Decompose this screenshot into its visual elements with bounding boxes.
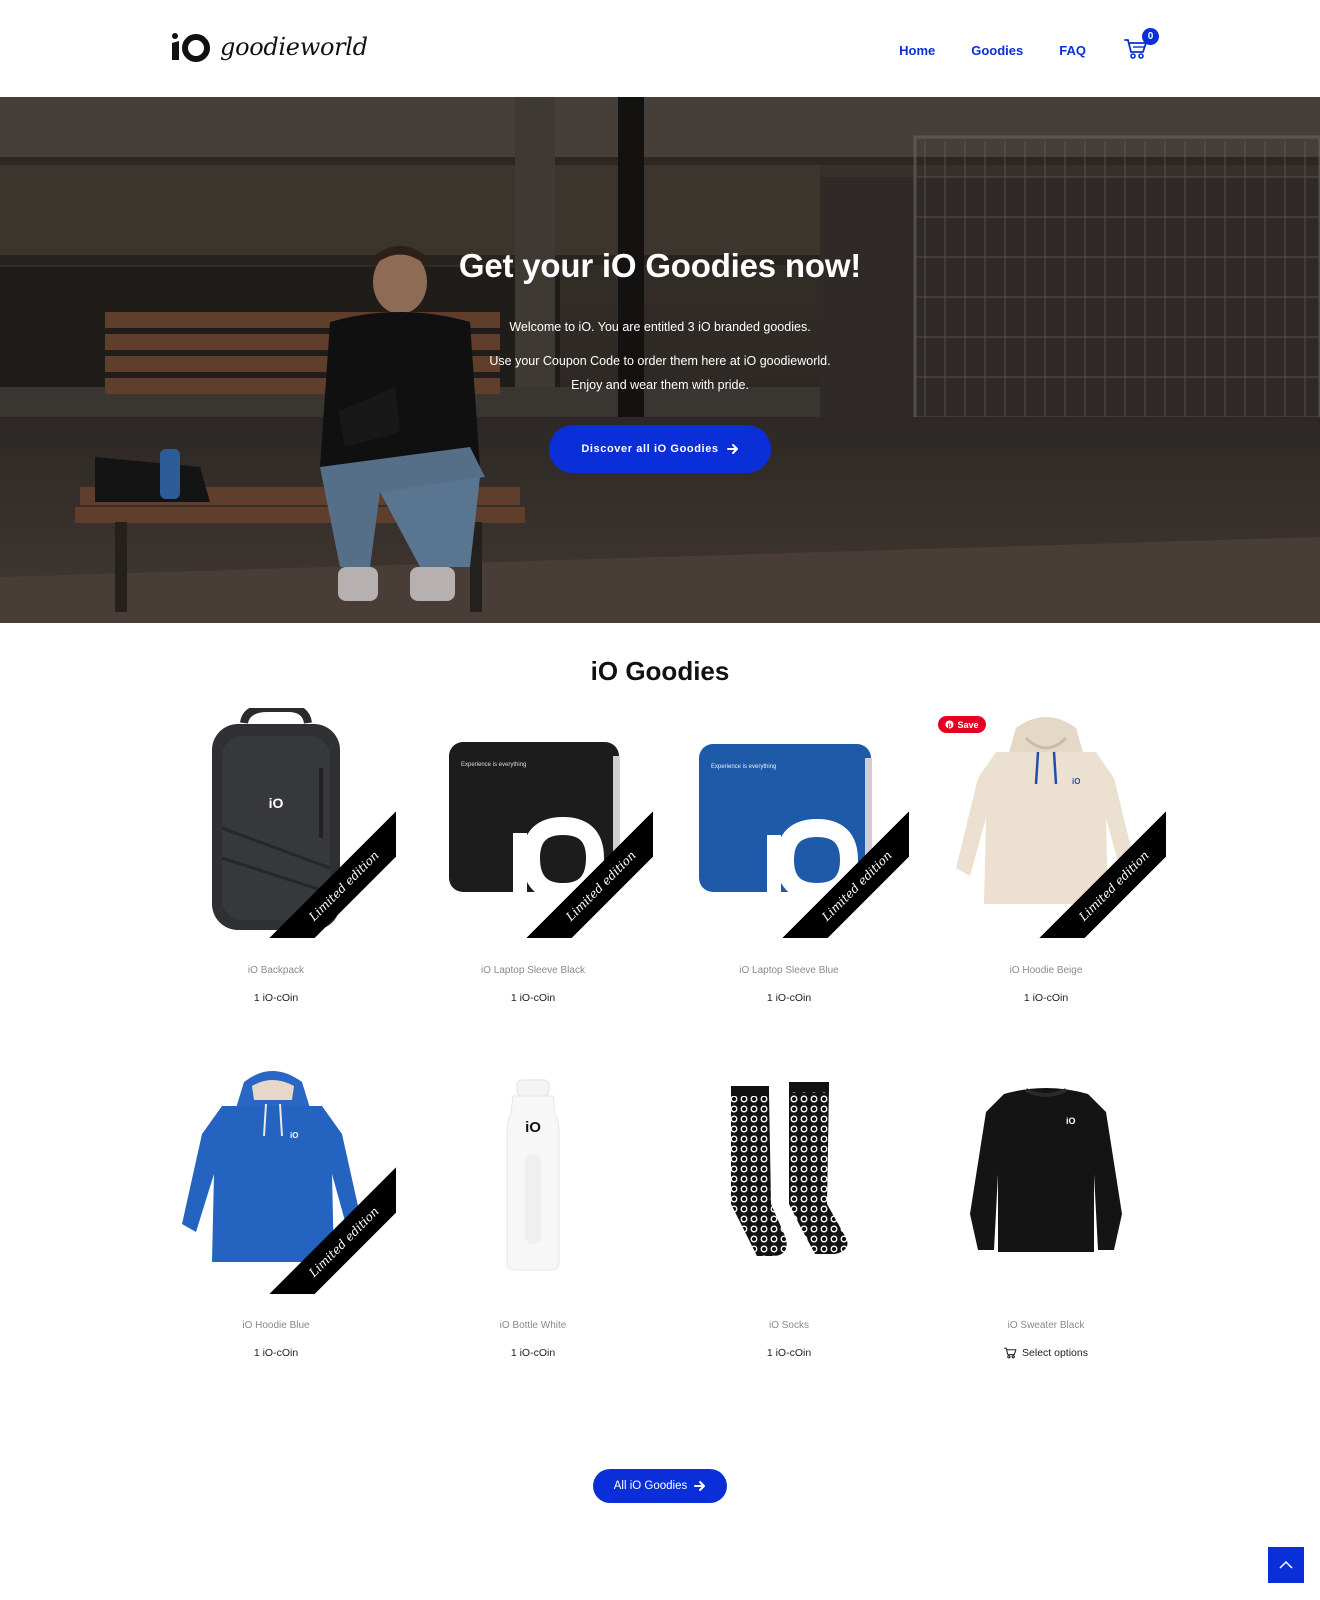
- product-card-laptop-sleeve-blue[interactable]: Experience is everything Limited edition…: [669, 708, 909, 1004]
- io-logo-icon: [172, 33, 210, 62]
- product-price: 1 iO-cOin: [253, 1347, 299, 1359]
- svg-text:p: p: [948, 722, 952, 729]
- discover-goodies-button[interactable]: Discover all iO Goodies: [549, 425, 771, 473]
- logo-text: goodieworld: [220, 33, 368, 61]
- product-name[interactable]: iO Laptop Sleeve Black: [413, 965, 653, 976]
- product-name[interactable]: iO Laptop Sleeve Blue: [669, 965, 909, 976]
- hero-coupon-text: Use your Coupon Code to order them here …: [489, 354, 831, 368]
- pinterest-save-label: Save: [957, 719, 979, 730]
- product-name[interactable]: iO Sweater Black: [926, 1320, 1166, 1331]
- product-image-hoodie-blue[interactable]: iO Limited edition: [156, 1064, 396, 1294]
- sleeve-black-print: Experience is everything: [461, 762, 526, 768]
- hoodie-beige-logo: iO: [1072, 777, 1080, 786]
- limited-edition-ribbon: Limited edition: [256, 798, 396, 938]
- scroll-to-top-button[interactable]: [1268, 1547, 1304, 1583]
- product-image-bottle-white[interactable]: iO: [413, 1064, 653, 1294]
- product-name[interactable]: iO Bottle White: [413, 1320, 653, 1331]
- product-price: 1 iO-cOin: [253, 992, 299, 1004]
- limited-edition-ribbon: Limited edition: [769, 798, 909, 938]
- product-card-hoodie-beige[interactable]: iO Limited edition iO Hoodie Beige 1 iO-…: [926, 708, 1166, 1004]
- product-name[interactable]: iO Socks: [669, 1320, 909, 1331]
- sleeve-blue-print: Experience is everything: [711, 764, 776, 770]
- section-title: iO Goodies: [590, 656, 730, 686]
- product-name[interactable]: iO Backpack: [156, 965, 396, 976]
- arrow-right-icon: [726, 444, 738, 454]
- product-card-bottle-white[interactable]: iO iO Bottle White 1 iO-cOin: [413, 1064, 653, 1359]
- hero-welcome-text: Welcome to iO. You are entitled 3 iO bra…: [509, 320, 811, 334]
- bottle-logo: iO: [525, 1119, 541, 1136]
- ribbon-label: Limited edition: [769, 798, 909, 938]
- all-goodies-button[interactable]: All iO Goodies: [593, 1469, 727, 1503]
- product-image-socks[interactable]: [669, 1064, 909, 1294]
- product-card-hoodie-blue[interactable]: iO Limited edition iO Hoodie Blue 1 iO-c…: [156, 1064, 396, 1359]
- socks-image: [731, 1082, 848, 1256]
- chevron-up-icon: [1279, 1560, 1293, 1569]
- sweater-logo: iO: [1066, 1116, 1076, 1126]
- nav-home[interactable]: Home: [899, 43, 935, 58]
- bottle-white-image: iO: [506, 1079, 560, 1271]
- select-options-label: Select options: [1022, 1347, 1088, 1359]
- product-image-backpack[interactable]: iO Limited edition: [156, 708, 396, 938]
- main-nav: Home Goodies FAQ 0: [899, 28, 1159, 62]
- product-price: 1 iO-cOin: [766, 1347, 812, 1359]
- hero-title: Get your iO Goodies now!: [458, 247, 862, 284]
- site-header: goodieworld Home Goodies FAQ 0: [0, 0, 1320, 97]
- product-card-sweater-black[interactable]: iO iO Sweater Black Select options: [926, 1064, 1166, 1359]
- ribbon-label: Limited edition: [256, 798, 396, 938]
- discover-goodies-label: Discover all iO Goodies: [581, 443, 719, 455]
- hero-banner: Get your iO Goodies now! Welcome to iO. …: [0, 97, 1320, 623]
- sweater-black-image: iO: [970, 1088, 1122, 1252]
- product-card-socks[interactable]: iO Socks 1 iO-cOin: [669, 1064, 909, 1359]
- hoodie-blue-logo: iO: [290, 1131, 298, 1140]
- product-image-sweater-black[interactable]: iO: [926, 1064, 1166, 1294]
- pinterest-save-button[interactable]: p Save: [938, 716, 986, 733]
- product-price: 1 iO-cOin: [510, 1347, 556, 1359]
- cart-button[interactable]: 0: [1124, 28, 1159, 62]
- all-goodies-label: All iO Goodies: [613, 1480, 688, 1492]
- product-name[interactable]: iO Hoodie Blue: [156, 1320, 396, 1331]
- limited-edition-ribbon: Limited edition: [513, 798, 653, 938]
- ribbon-label: Limited edition: [513, 798, 653, 938]
- nav-faq[interactable]: FAQ: [1059, 43, 1086, 58]
- product-card-laptop-sleeve-black[interactable]: Experience is everything Limited edition…: [413, 708, 653, 1004]
- product-price: 1 iO-cOin: [510, 992, 556, 1004]
- limited-edition-ribbon: Limited edition: [1026, 798, 1166, 938]
- select-options-button[interactable]: Select options: [926, 1347, 1166, 1359]
- ribbon-label: Limited edition: [1026, 798, 1166, 938]
- hero-enjoy-text: Enjoy and wear them with pride.: [571, 378, 749, 392]
- product-price: 1 iO-cOin: [766, 992, 812, 1004]
- limited-edition-ribbon: Limited edition: [256, 1154, 396, 1294]
- product-image-laptop-sleeve-blue[interactable]: Experience is everything Limited edition: [669, 708, 909, 938]
- product-card-backpack[interactable]: iO Limited edition iO Backpack 1 iO-cOin: [156, 708, 396, 1004]
- site-logo[interactable]: goodieworld: [170, 30, 368, 64]
- product-image-laptop-sleeve-black[interactable]: Experience is everything Limited edition: [413, 708, 653, 938]
- ribbon-label: Limited edition: [256, 1154, 396, 1294]
- product-name[interactable]: iO Hoodie Beige: [926, 965, 1166, 976]
- arrow-right-icon: [694, 1481, 706, 1491]
- product-image-hoodie-beige[interactable]: iO Limited edition: [926, 708, 1166, 938]
- cart-count-badge: 0: [1142, 28, 1159, 45]
- pinterest-icon: p: [945, 720, 955, 729]
- nav-goodies[interactable]: Goodies: [971, 43, 1023, 58]
- product-price: 1 iO-cOin: [1023, 992, 1069, 1004]
- cart-icon: [1004, 1347, 1017, 1359]
